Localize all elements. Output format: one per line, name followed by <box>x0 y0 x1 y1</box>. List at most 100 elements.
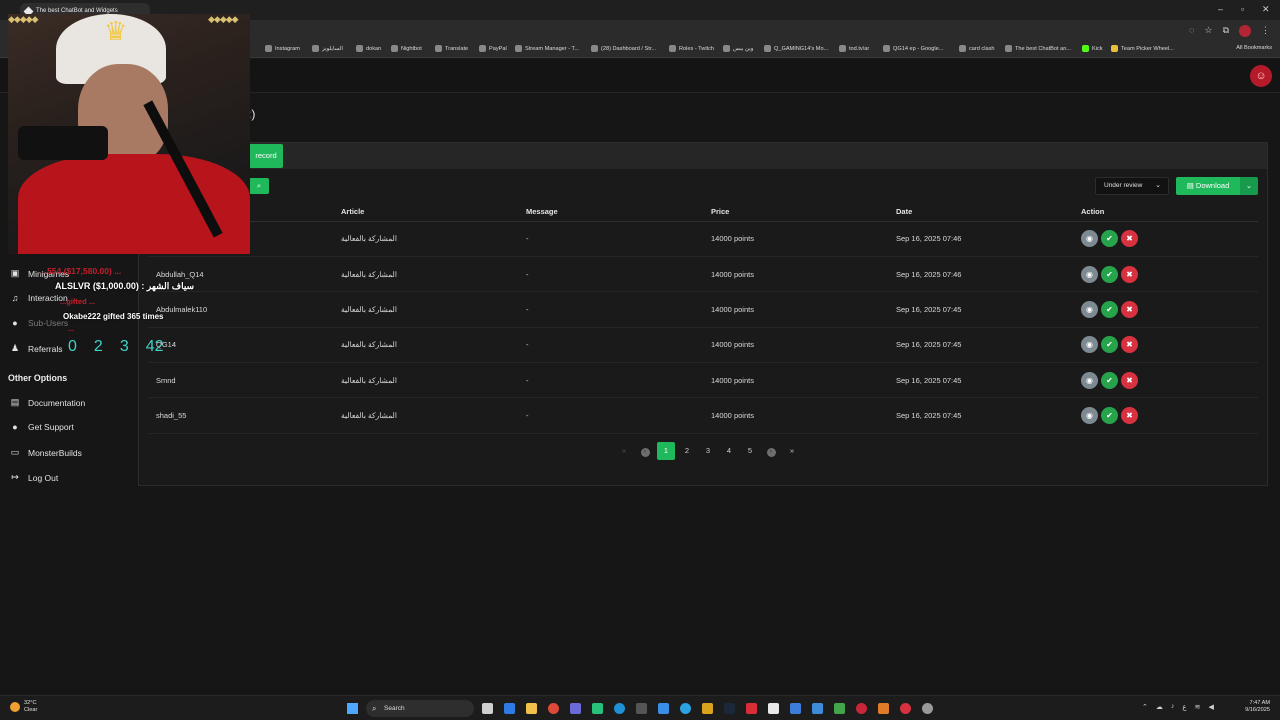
app-logo[interactable]: ☺ <box>1250 65 1272 87</box>
cell-price: 14000 points <box>711 291 896 328</box>
close-window-icon[interactable]: ✕ <box>1262 4 1270 15</box>
copilot-icon[interactable] <box>504 703 515 714</box>
chevron-up-icon[interactable]: ⌃ <box>1142 703 1148 711</box>
cloud-icon[interactable]: ☁ <box>1156 703 1163 711</box>
view-icon[interactable]: ◉ <box>1081 336 1098 354</box>
download-button[interactable]: ▤ Download <box>1176 177 1240 195</box>
bookmark-item[interactable]: Roles - Twitch <box>669 45 714 52</box>
view-icon[interactable]: ◉ <box>1081 230 1098 248</box>
approve-icon[interactable]: ✔ <box>1101 371 1118 389</box>
mic-icon[interactable]: ♪ <box>1171 703 1175 711</box>
download-options-button[interactable]: ⌄ <box>1240 177 1258 195</box>
telegram-icon[interactable] <box>680 703 691 714</box>
file-explorer-icon[interactable] <box>526 703 537 714</box>
app-icon[interactable] <box>702 703 713 714</box>
bookmark-item[interactable]: السايلويز <box>312 45 343 52</box>
prev-page-button[interactable]: ‹ <box>636 442 654 460</box>
bookmark-item[interactable]: وين بيس <box>723 45 753 52</box>
extensions-icon[interactable]: ⧉ <box>1223 25 1229 37</box>
edge-icon[interactable] <box>614 703 625 714</box>
star-icon[interactable]: ☆ <box>1204 25 1212 37</box>
app-icon[interactable] <box>878 703 889 714</box>
page-button-5[interactable]: 5 <box>741 442 759 460</box>
reject-icon[interactable]: ✖ <box>1121 265 1138 283</box>
sidebar-item-sub-users[interactable]: ● Sub-Users <box>10 318 68 328</box>
reject-icon[interactable]: ✖ <box>1121 336 1138 354</box>
reject-icon[interactable]: ✖ <box>1121 230 1138 248</box>
next-page-button[interactable]: › <box>762 442 780 460</box>
page-button-4[interactable]: 4 <box>720 442 738 460</box>
approve-icon[interactable]: ✔ <box>1101 336 1118 354</box>
bookmark-item[interactable]: Nightbot <box>391 45 422 52</box>
task-view-icon[interactable] <box>482 703 493 714</box>
view-icon[interactable]: ◉ <box>1081 371 1098 389</box>
view-icon[interactable]: ◉ <box>1081 407 1098 425</box>
page-button-3[interactable]: 3 <box>699 442 717 460</box>
approve-icon[interactable]: ✔ <box>1101 300 1118 318</box>
bookmark-item[interactable]: Instagram <box>265 45 300 52</box>
app-icon[interactable] <box>592 703 603 714</box>
bookmark-item[interactable]: card clash <box>959 45 995 52</box>
reject-icon[interactable]: ✖ <box>1121 300 1138 318</box>
windows-start-icon[interactable] <box>347 703 358 714</box>
sidebar-item-get-support[interactable]: ● Get Support <box>10 422 74 432</box>
minimize-icon[interactable]: – <box>1218 4 1223 14</box>
bookmark-item[interactable]: Translate <box>435 45 468 52</box>
sidebar-item-log-out[interactable]: ↦ Log Out <box>10 472 58 483</box>
approve-icon[interactable]: ✔ <box>1101 265 1118 283</box>
approve-icon[interactable]: ✔ <box>1101 230 1118 248</box>
app-icon[interactable] <box>812 703 823 714</box>
obs-icon[interactable] <box>922 703 933 714</box>
sidebar-item-referrals[interactable]: ♟ Referrals <box>10 343 63 354</box>
page-button-2[interactable]: 2 <box>678 442 696 460</box>
xbox-icon[interactable] <box>834 703 845 714</box>
app-icon[interactable] <box>856 703 867 714</box>
bookmark-item[interactable]: Q_GAMING14's Mo... <box>764 45 828 52</box>
decoration-icon: ◆◆◆◆◆ <box>208 14 239 24</box>
bookmark-item[interactable]: dokan <box>356 45 381 52</box>
taskbar-search[interactable]: ⌕ Search <box>366 700 474 717</box>
profile-avatar[interactable] <box>1239 25 1251 37</box>
app-icon[interactable] <box>658 703 669 714</box>
reject-icon[interactable]: ✖ <box>1121 407 1138 425</box>
more-menu-icon[interactable]: ⋮ <box>1261 25 1270 37</box>
app-icon[interactable] <box>746 703 757 714</box>
app-icon[interactable] <box>790 703 801 714</box>
sidebar-item-documentation[interactable]: ▤ Documentation <box>10 397 85 408</box>
chrome-icon[interactable] <box>548 703 559 714</box>
bookmark-item[interactable]: Stream Manager - T... <box>515 45 579 52</box>
language-icon[interactable]: ع <box>1182 703 1186 711</box>
bookmark-favicon-icon <box>591 45 598 52</box>
view-icon[interactable]: ◉ <box>1081 265 1098 283</box>
wifi-icon[interactable]: ≋ <box>1195 703 1201 711</box>
sidebar-item-monsterbuilds[interactable]: ▭ MonsterBuilds <box>10 447 82 458</box>
weather-temperature: 32°C <box>24 700 37 706</box>
volume-icon[interactable]: ◀ <box>1208 703 1213 711</box>
app-icon[interactable] <box>636 703 647 714</box>
maximize-icon[interactable]: ▫ <box>1241 4 1244 14</box>
view-icon[interactable]: ◉ <box>1081 300 1098 318</box>
bookmark-item[interactable]: (28) Dashboard / Str... <box>591 45 656 52</box>
bookmark-item[interactable]: Kick <box>1082 45 1103 52</box>
weather-widget[interactable]: 32°C Clear <box>10 700 37 714</box>
status-filter-select[interactable]: Under review ⌄ <box>1095 177 1169 195</box>
steam-icon[interactable] <box>724 703 735 714</box>
search-button[interactable]: ⌕ <box>249 178 269 194</box>
last-page-button[interactable]: » <box>783 442 801 460</box>
eye-off-icon[interactable]: ◌ <box>1189 25 1194 37</box>
bookmark-item[interactable]: QG14 ep - Google... <box>883 45 943 52</box>
bookmark-item[interactable]: Team Picker Wheel... <box>1111 45 1174 52</box>
clock[interactable]: 7:47 AM 9/16/2025 <box>1245 700 1270 714</box>
first-page-button[interactable]: « <box>615 442 633 460</box>
app-icon[interactable] <box>900 703 911 714</box>
discord-icon[interactable] <box>570 703 581 714</box>
reject-icon[interactable]: ✖ <box>1121 371 1138 389</box>
all-bookmarks[interactable]: All Bookmarks <box>1236 45 1272 51</box>
bookmark-item[interactable]: The best ChatBot an... <box>1005 45 1071 52</box>
bookmark-item[interactable]: tod.tv/ar <box>839 45 869 52</box>
page-button-1[interactable]: 1 <box>657 442 675 460</box>
bookmark-item[interactable]: PayPal <box>479 45 507 52</box>
record-button[interactable]: record <box>249 144 283 168</box>
approve-icon[interactable]: ✔ <box>1101 407 1118 425</box>
notepad-icon[interactable] <box>768 703 779 714</box>
